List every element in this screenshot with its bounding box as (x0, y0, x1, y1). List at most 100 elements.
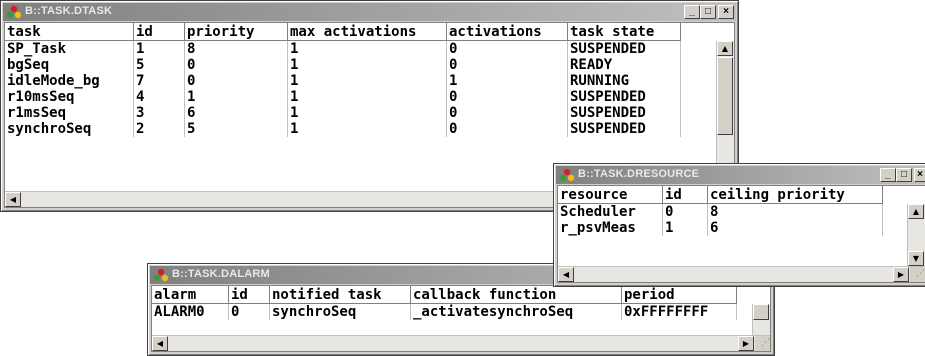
table-row[interactable]: synchroSeq 2 5 1 0 SUSPENDED (5, 121, 681, 137)
max-activations-cell: 1 (287, 73, 447, 89)
max-activations-cell: 1 (287, 57, 447, 73)
column-header[interactable]: callback function (410, 286, 622, 304)
dresource-content: resource id ceiling priority Scheduler 0… (557, 185, 925, 283)
column-header[interactable]: notified task (269, 286, 411, 304)
scroll-up-button[interactable]: ▲ (908, 204, 924, 219)
app-icon (559, 168, 575, 182)
id-cell: 5 (133, 57, 185, 73)
max-activations-cell: 1 (287, 121, 447, 137)
dalarm-content: alarm id notified task callback function… (151, 285, 771, 352)
task-state-cell: SUSPENDED (567, 105, 681, 121)
priority-cell: 8 (184, 40, 288, 57)
column-header[interactable]: id (662, 186, 708, 204)
vertical-scrollbar[interactable]: ▲ ▼ (907, 204, 925, 266)
alarm-name-cell: ALARM0 (152, 303, 229, 320)
ceiling-priority-cell: 6 (707, 220, 883, 236)
priority-cell: 0 (184, 57, 288, 73)
maximize-button[interactable]: □ (896, 168, 912, 182)
column-header[interactable]: resource (558, 186, 663, 204)
activations-cell: 0 (446, 40, 568, 57)
vertical-scrollbar[interactable] (752, 304, 770, 335)
dalarm-title: B::TASK.DALARM (172, 268, 270, 280)
task-name-cell: SP_Task (5, 40, 134, 57)
id-cell: 7 (133, 73, 185, 89)
scroll-left-button[interactable]: ◀ (152, 336, 168, 351)
priority-cell: 1 (184, 89, 288, 105)
scroll-left-button[interactable]: ◀ (5, 192, 21, 207)
column-header[interactable]: period (621, 286, 737, 304)
dresource-titlebar[interactable]: B::TASK.DRESOURCE _ □ × (556, 166, 925, 184)
column-header[interactable]: id (228, 286, 270, 304)
id-cell: 0 (228, 303, 270, 320)
dtask-title: B::TASK.DTASK (25, 5, 113, 17)
dresource-table: resource id ceiling priority Scheduler 0… (558, 186, 883, 236)
minimize-button[interactable]: _ (684, 5, 700, 19)
table-row[interactable]: r10msSeq 4 1 1 0 SUSPENDED (5, 89, 681, 105)
table-row[interactable]: r1msSeq 3 6 1 0 SUSPENDED (5, 105, 681, 121)
close-button[interactable]: × (914, 168, 925, 182)
column-header[interactable]: task (5, 23, 134, 41)
table-row[interactable]: Scheduler 0 8 (558, 203, 883, 220)
id-cell: 0 (662, 203, 708, 220)
id-cell: 3 (133, 105, 185, 121)
task-state-cell: READY (567, 57, 681, 73)
scroll-up-button[interactable]: ▲ (717, 41, 733, 56)
dtask-titlebar[interactable]: B::TASK.DTASK _ □ × (3, 3, 736, 21)
resize-grip[interactable]: ⋰ (910, 267, 925, 282)
notified-task-cell: synchroSeq (269, 303, 411, 320)
activations-cell: 0 (446, 57, 568, 73)
task-name-cell: r1msSeq (5, 105, 134, 121)
column-header[interactable]: id (133, 23, 185, 41)
scroll-left-button[interactable]: ◀ (558, 267, 574, 282)
priority-cell: 0 (184, 73, 288, 89)
table-row[interactable]: bgSeq 5 0 1 0 READY (5, 57, 681, 73)
max-activations-cell: 1 (287, 105, 447, 121)
column-header[interactable]: alarm (152, 286, 229, 304)
task-state-cell: SUSPENDED (567, 121, 681, 137)
id-cell: 1 (662, 220, 708, 236)
close-button[interactable]: × (718, 5, 734, 19)
max-activations-cell: 1 (287, 89, 447, 105)
activations-cell: 1 (446, 73, 568, 89)
resource-name-cell: r_psvMeas (558, 220, 663, 236)
dtask-table: task id priority max activations activat… (5, 23, 681, 137)
scroll-right-button[interactable]: ▶ (738, 336, 754, 351)
task-state-cell: SUSPENDED (567, 89, 681, 105)
column-header[interactable]: priority (184, 23, 288, 41)
table-row[interactable]: SP_Task 1 8 1 0 SUSPENDED (5, 40, 681, 57)
scrollbar-thumb[interactable] (753, 304, 769, 320)
resource-name-cell: Scheduler (558, 203, 663, 220)
minimize-button[interactable]: _ (880, 168, 896, 182)
table-row[interactable]: ALARM0 0 synchroSeq _activatesynchroSeq … (152, 303, 737, 320)
activations-cell: 0 (446, 121, 568, 137)
dresource-window: B::TASK.DRESOURCE _ □ × resource id ceil… (553, 163, 925, 287)
task-name-cell: synchroSeq (5, 121, 134, 137)
priority-cell: 5 (184, 121, 288, 137)
scroll-down-button[interactable]: ▼ (908, 251, 924, 266)
horizontal-scrollbar[interactable]: ◀ ▶ ⋰ (558, 266, 925, 282)
resize-grip[interactable]: ⋰ (755, 336, 770, 351)
maximize-button[interactable]: □ (700, 5, 716, 19)
task-name-cell: r10msSeq (5, 89, 134, 105)
table-row[interactable]: idleMode_bg 7 0 1 1 RUNNING (5, 73, 681, 89)
activations-cell: 0 (446, 105, 568, 121)
horizontal-scrollbar[interactable]: ◀ ▶ ⋰ (152, 335, 770, 351)
activations-cell: 0 (446, 89, 568, 105)
column-header[interactable]: max activations (287, 23, 447, 41)
ceiling-priority-cell: 8 (707, 203, 883, 220)
id-cell: 2 (133, 121, 185, 137)
dalarm-table: alarm id notified task callback function… (152, 286, 737, 320)
column-header[interactable]: task state (567, 23, 681, 41)
scroll-right-button[interactable]: ▶ (893, 267, 909, 282)
scrollbar-thumb[interactable] (717, 57, 733, 135)
task-name-cell: idleMode_bg (5, 73, 134, 89)
max-activations-cell: 1 (287, 40, 447, 57)
callback-function-cell: _activatesynchroSeq (410, 303, 622, 320)
app-icon (153, 268, 169, 282)
column-header[interactable]: ceiling priority (707, 186, 883, 204)
priority-cell: 6 (184, 105, 288, 121)
table-row[interactable]: r_psvMeas 1 6 (558, 220, 883, 236)
task-state-cell: SUSPENDED (567, 40, 681, 57)
column-header[interactable]: activations (446, 23, 568, 41)
id-cell: 4 (133, 89, 185, 105)
